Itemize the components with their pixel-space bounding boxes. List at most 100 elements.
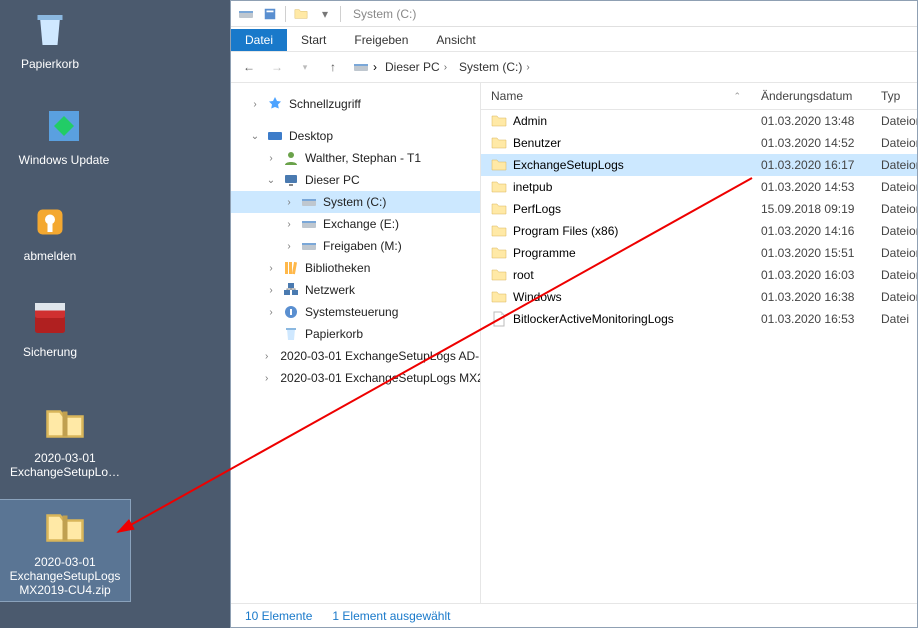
tab-datei[interactable]: Datei [231,29,287,51]
nav-user[interactable]: ›Walther, Stephan - T1 [231,147,480,169]
recent-dropdown[interactable]: ▾ [293,55,317,79]
desktop: Papierkorb Windows Update abmelden Siche… [0,0,230,628]
nav-netzwerk[interactable]: ›Netzwerk [231,279,480,301]
file-date: 01.03.2020 16:17 [751,157,871,173]
up-button[interactable]: ↑ [321,55,345,79]
update-icon [40,102,88,150]
nav-zip-mx[interactable]: ›2020-03-01 ExchangeSetupLogs MX2 [231,367,480,389]
breadcrumb-drive[interactable]: System (C:)› [455,58,534,76]
nav-papierkorb[interactable]: Papierkorb [231,323,480,345]
folder-icon [491,223,507,239]
table-row[interactable]: inetpub01.03.2020 14:53Dateior [481,176,917,198]
new-folder-button[interactable] [292,5,310,23]
toolbox-icon [26,294,74,342]
folder-icon [491,113,507,129]
file-date: 15.09.2018 09:19 [751,201,871,217]
desktop-icon-label: abmelden [12,250,88,264]
chevron-right-icon[interactable]: › [373,60,377,74]
nav-exchange-e[interactable]: ›Exchange (E:) [231,213,480,235]
table-row[interactable]: BitlockerActiveMonitoringLogs01.03.2020 … [481,308,917,330]
column-type[interactable]: Typ [871,87,917,105]
properties-button[interactable] [261,5,279,23]
zip-icon [41,504,89,552]
table-row[interactable]: ExchangeSetupLogs01.03.2020 16:17Dateior [481,154,917,176]
breadcrumb-pc[interactable]: Dieser PC› [381,58,451,76]
table-row[interactable]: PerfLogs15.09.2018 09:19Dateior [481,198,917,220]
file-type: Datei [871,311,917,327]
table-row[interactable]: Programme01.03.2020 15:51Dateior [481,242,917,264]
nav-systemsteuerung[interactable]: ›Systemsteuerung [231,301,480,323]
file-type: Dateior [871,157,917,173]
status-count: 10 Elemente [245,609,312,623]
file-name: Program Files (x86) [513,224,618,238]
file-type: Dateior [871,289,917,305]
column-headers: Name⌃ Änderungsdatum Typ [481,83,917,110]
file-name: Admin [513,114,547,128]
address-bar: ← → ▾ ↑ › Dieser PC› System (C:)› [231,51,917,83]
navigation-pane[interactable]: ›Schnellzugriff ⌄Desktop ›Walther, Steph… [231,83,481,603]
separator [340,6,341,22]
column-date[interactable]: Änderungsdatum [751,87,871,105]
table-row[interactable]: root01.03.2020 16:03Dateior [481,264,917,286]
file-date: 01.03.2020 16:53 [751,311,871,327]
table-row[interactable]: Benutzer01.03.2020 14:52Dateior [481,132,917,154]
monitor-icon [267,128,283,144]
ribbon-tabs: Datei Start Freigeben Ansicht [231,27,917,51]
tab-freigeben[interactable]: Freigeben [340,29,422,51]
disk-icon [301,194,317,210]
nav-desktop[interactable]: ⌄Desktop [231,125,480,147]
nav-bibliotheken[interactable]: ›Bibliotheken [231,257,480,279]
desktop-icon-zip-1[interactable]: 2020-03-01 ExchangeSetupLo… [0,396,130,484]
file-name: root [513,268,534,282]
network-icon [283,282,299,298]
nav-dieser-pc[interactable]: ⌄Dieser PC [231,169,480,191]
drive-icon [237,5,255,23]
zip-icon [41,400,89,448]
disk-icon [301,216,317,232]
file-name: Windows [513,290,562,304]
quick-access-toolbar: ▾ System (C:) [231,1,917,27]
table-row[interactable]: Program Files (x86)01.03.2020 14:16Datei… [481,220,917,242]
disk-icon [301,238,317,254]
table-row[interactable]: Windows 01.03.2020 16:38Dateior [481,286,917,308]
user-icon [283,150,299,166]
file-type: Dateior [871,245,917,261]
nav-schnellzugriff[interactable]: ›Schnellzugriff [231,93,480,115]
desktop-icon-zip-2[interactable]: 2020-03-01 ExchangeSetupLogs MX2019-CU4.… [0,500,130,601]
disk-icon [353,59,369,75]
folder-icon [491,179,507,195]
tab-ansicht[interactable]: Ansicht [422,29,489,51]
file-rows[interactable]: Admin01.03.2020 13:48DateiorBenutzer01.0… [481,110,917,603]
file-type: Dateior [871,113,917,129]
desktop-icon-abmelden[interactable]: abmelden [8,194,92,268]
table-row[interactable]: Admin 01.03.2020 13:48Dateior [481,110,917,132]
back-button[interactable]: ← [237,55,261,79]
file-date: 01.03.2020 14:52 [751,135,871,151]
recycle-bin-icon [26,6,74,54]
file-type: Dateior [871,179,917,195]
qat-menu-button[interactable]: ▾ [316,5,334,23]
desktop-icon-sicherung[interactable]: Sicherung [8,290,92,364]
desktop-icon-label: Windows Update [12,154,116,168]
tab-start[interactable]: Start [287,29,340,51]
file-type: Dateior [871,201,917,217]
file-date: 01.03.2020 16:38 [751,289,871,305]
nav-system-c[interactable]: ›System (C:) [231,191,480,213]
file-date: 01.03.2020 13:48 [751,113,871,129]
folder-icon [491,267,507,283]
column-name[interactable]: Name⌃ [481,87,751,105]
nav-zip-ad[interactable]: ›2020-03-01 ExchangeSetupLogs AD- [231,345,480,367]
file-date: 01.03.2020 14:53 [751,179,871,195]
file-icon [491,311,507,327]
separator [285,6,286,22]
file-date: 01.03.2020 14:16 [751,223,871,239]
file-date: 01.03.2020 15:51 [751,245,871,261]
forward-button[interactable]: → [265,55,289,79]
nav-freigaben-m[interactable]: ›Freigaben (M:) [231,235,480,257]
desktop-icon-papierkorb[interactable]: Papierkorb [8,2,92,76]
file-type: Dateior [871,267,917,283]
pc-icon [283,172,299,188]
desktop-icon-windows-update[interactable]: Windows Update [8,98,120,172]
desktop-icon-label: 2020-03-01 ExchangeSetupLo… [4,452,126,480]
breadcrumb[interactable]: › Dieser PC› System (C:)› [353,58,911,76]
